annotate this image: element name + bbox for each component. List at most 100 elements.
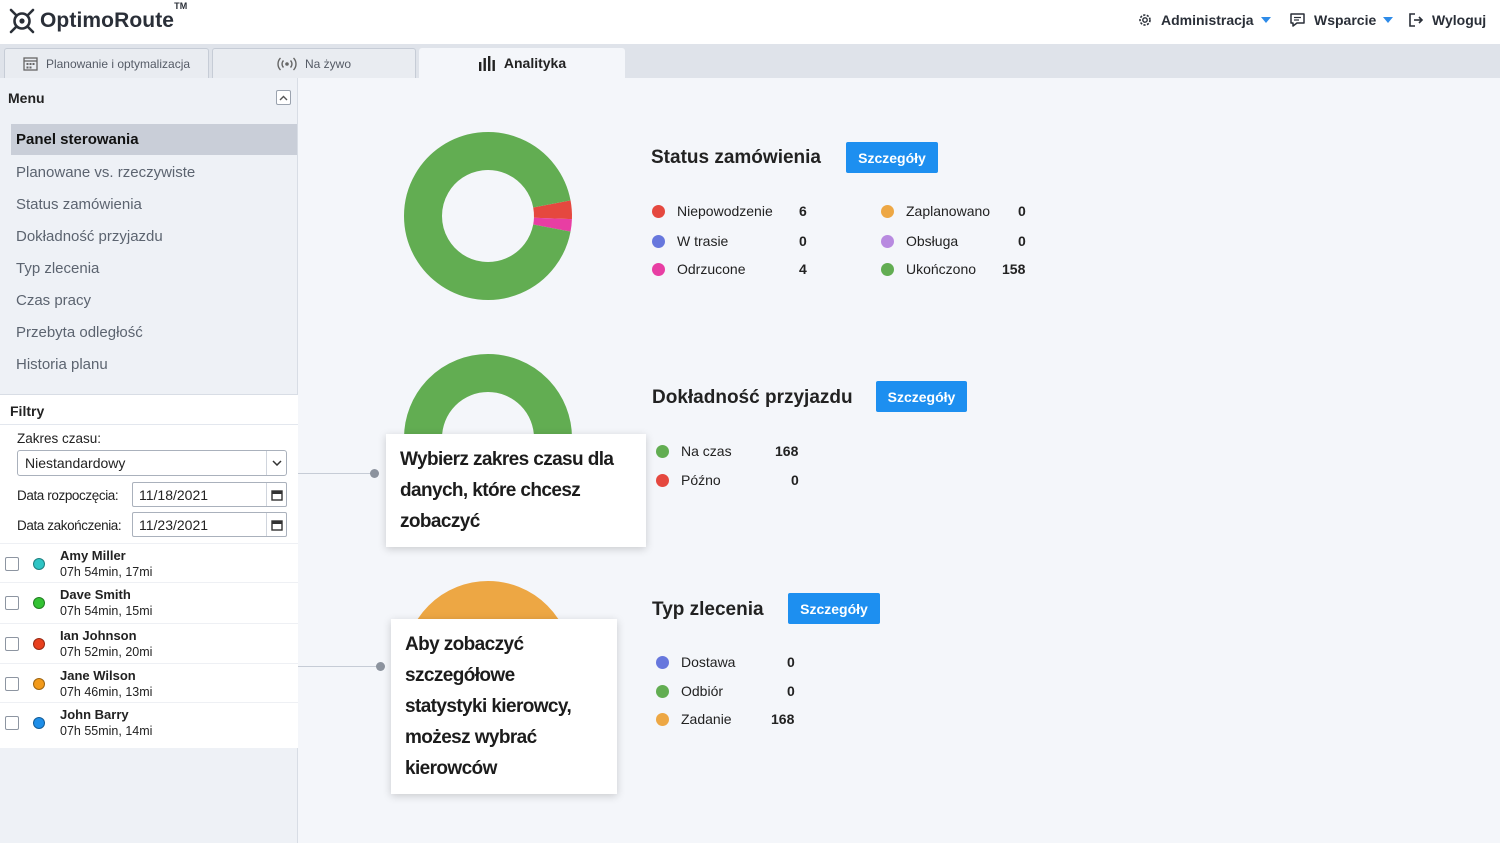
legend-value: 6 [799, 203, 807, 219]
legend-dot [652, 262, 665, 276]
sidebar-item-order-status[interactable]: Status zamówienia [11, 189, 297, 220]
legend-label: Obsługa [906, 233, 959, 249]
logo-tm: TM [174, 1, 188, 11]
legend-value: 168 [775, 443, 799, 459]
sidebar-item-label: Przebyta odległość [16, 324, 143, 341]
time-range-value: Niestandardowy [25, 455, 126, 471]
sidebar-item-label: Czas pracy [16, 292, 92, 309]
chevron-down-icon [266, 451, 286, 475]
start-date-value: 11/18/2021 [139, 486, 209, 503]
tab-analytics[interactable]: Analityka [419, 48, 625, 78]
legend-dot [656, 473, 669, 487]
filters-title: Filtry [10, 403, 45, 419]
legend-label: Na czas [681, 443, 732, 459]
sidebar-item-order-type[interactable]: Typ zlecenia [11, 253, 297, 284]
logout-icon [1409, 13, 1424, 27]
driver-checkbox[interactable] [5, 557, 19, 571]
driver-checkbox[interactable] [5, 677, 19, 691]
order-type-details-button[interactable]: Szczegóły [788, 593, 880, 624]
legend-value: 0 [1018, 233, 1026, 249]
sidebar-item-label: Panel sterowania [16, 131, 139, 148]
divider [0, 424, 298, 425]
donut-segment-odrzucone[interactable] [533, 217, 572, 232]
sidebar-item-dashboard[interactable]: Panel sterowania [11, 124, 297, 155]
tooltip-connector [298, 473, 374, 474]
sidebar-item-label: Planowane vs. rzeczywiste [16, 164, 196, 181]
calendar-icon[interactable] [266, 483, 286, 506]
legend-value: 4 [799, 261, 807, 277]
tab-live[interactable]: Na żywo [212, 48, 416, 78]
calendar-icon [23, 57, 38, 71]
chevron-down-icon [1383, 17, 1394, 23]
driver-checkbox[interactable] [5, 716, 19, 730]
time-range-select[interactable]: Niestandardowy [17, 450, 287, 476]
driver-row[interactable]: Ian Johnson 07h 52min, 20mi [0, 623, 298, 663]
tabs-bar: Planowanie i optymalizacja Na żywo Anali… [0, 44, 1500, 78]
support-menu[interactable]: Wsparcie [1289, 12, 1394, 28]
driver-row[interactable]: John Barry 07h 55min, 14mi [0, 702, 298, 742]
tab-planning-label: Planowanie i optymalizacja [45, 56, 191, 71]
donut-segment-niepowodzenie[interactable] [533, 200, 572, 220]
sidebar-item-working-time[interactable]: Czas pracy [11, 285, 297, 316]
logout-button[interactable]: Wyloguj [1408, 12, 1486, 28]
driver-row[interactable]: Jane Wilson 07h 46min, 13mi [0, 663, 298, 703]
legend-item: W trasie [652, 233, 728, 249]
sidebar-item-plan-history[interactable]: Historia planu [11, 349, 297, 380]
legend-label: Dostawa [681, 654, 736, 670]
legend-value: 0 [791, 472, 799, 488]
driver-row[interactable]: Dave Smith 07h 54min, 15mi [0, 582, 298, 622]
legend-dot [656, 444, 669, 458]
tooltip-line: Aby zobaczyć szczegółowe [405, 634, 524, 686]
sidebar-item-planned-vs-actual[interactable]: Planowane vs. rzeczywiste [11, 157, 297, 188]
optimoroute-logo-icon [9, 8, 35, 34]
driver-checkbox[interactable] [5, 596, 19, 610]
legend-item: Niepowodzenie [652, 203, 773, 219]
driver-stats: 07h 52min, 20mi [60, 645, 153, 659]
app-header: OptimoRouteTM Administracja Wsparcie Wyl… [0, 0, 1500, 44]
driver-stats: 07h 54min, 17mi [60, 565, 153, 579]
admin-menu[interactable]: Administracja [1137, 12, 1271, 28]
collapse-menu-button[interactable] [276, 90, 291, 105]
tab-analytics-label: Analityka [503, 55, 567, 71]
legend-label: Zaplanowano [906, 203, 991, 219]
legend-label: Ukończono [906, 261, 977, 277]
logout-label: Wyloguj [1432, 12, 1487, 28]
order-status-segments [404, 132, 572, 300]
bar-chart-icon [478, 55, 495, 71]
sidebar-item-label: Historia planu [16, 356, 108, 373]
driver-color-dot [33, 717, 45, 729]
sidebar-item-label: Dokładność przyjazdu [16, 228, 163, 245]
tooltip-line: statystyki kierowcy, [405, 696, 572, 717]
legend-item: Dostawa [656, 654, 735, 670]
order-status-donut[interactable] [403, 131, 573, 301]
legend-label: Niepowodzenie [677, 203, 773, 219]
order-status-details-button[interactable]: Szczegóły [846, 142, 938, 173]
donut-segment-ukończono[interactable] [404, 132, 571, 300]
arrival-accuracy-details-button[interactable]: Szczegóły [876, 381, 967, 412]
legend-value: 0 [787, 654, 795, 670]
order-type-title: Typ zlecenia [652, 599, 764, 620]
legend-label: Odbiór [681, 683, 724, 699]
sidebar: Menu Panel sterowania Planowane vs. rzec… [0, 78, 298, 843]
driver-checkbox[interactable] [5, 637, 19, 651]
legend-dot [881, 234, 894, 248]
legend-dot [881, 204, 894, 218]
driver-stats: 07h 55min, 14mi [60, 724, 153, 738]
logo[interactable]: OptimoRouteTM [8, 1, 187, 35]
legend-item: Na czas [656, 443, 732, 459]
driver-color-dot [33, 558, 45, 570]
legend-dot [656, 712, 669, 726]
tab-planning[interactable]: Planowanie i optymalizacja [4, 48, 209, 78]
legend-item: Odrzucone [652, 261, 745, 277]
calendar-icon[interactable] [266, 513, 286, 536]
driver-row[interactable]: Amy Miller 07h 54min, 17mi [0, 543, 298, 583]
sidebar-item-distance[interactable]: Przebyta odległość [11, 317, 297, 348]
admin-label: Administracja [1161, 12, 1254, 28]
legend-item: Późno [656, 472, 721, 488]
end-date-input[interactable]: 11/23/2021 [132, 512, 287, 537]
start-date-input[interactable]: 11/18/2021 [132, 482, 287, 507]
arrival-accuracy-title: Dokładność przyjazdu [652, 387, 853, 408]
sidebar-item-arrival-accuracy[interactable]: Dokładność przyjazdu [11, 221, 297, 252]
legend-value: 0 [787, 683, 795, 699]
gear-icon [1139, 14, 1151, 26]
